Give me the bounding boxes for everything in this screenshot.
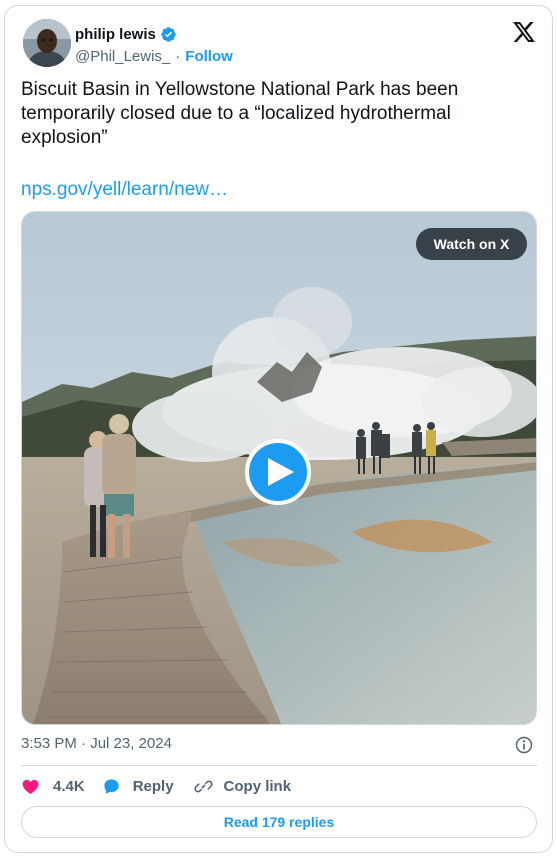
x-logo-icon[interactable] [513,22,535,42]
read-replies-button[interactable]: Read 179 replies [21,806,537,838]
tweet-timestamp[interactable]: 3:53 PM · Jul 23, 2024 [21,735,172,752]
author-name[interactable]: philip lewis [75,26,156,43]
author-name-row: philip lewis [75,24,177,44]
separator-dot: · [175,47,181,65]
reply-icon [104,778,119,794]
tweet-card: philip lewis @Phil_Lewis_ · Follow Biscu… [4,5,553,853]
author-handle-row: @Phil_Lewis_ · Follow [75,46,233,66]
like-count: 4.4K [53,777,85,795]
info-icon[interactable] [514,735,534,755]
author-handle[interactable]: @Phil_Lewis_ [75,48,170,65]
reply-button[interactable]: Reply [102,777,174,796]
heart-icon [22,779,39,794]
tweet-link[interactable]: nps.gov/yell/learn/new… [21,178,228,202]
video-media[interactable]: Watch on X [21,211,537,725]
tweet-text: Biscuit Basin in Yellowstone National Pa… [21,79,459,148]
play-icon [267,458,294,486]
action-bar: 4.4K Reply Copy link [21,776,291,796]
reply-label: Reply [132,777,174,795]
play-button[interactable] [245,439,311,505]
link-icon [193,780,213,792]
divider [21,765,537,766]
verified-badge-icon [161,26,176,42]
follow-button[interactable]: Follow [185,48,233,65]
avatar[interactable] [23,19,71,67]
copy-link-button[interactable]: Copy link [193,777,292,796]
like-button[interactable]: 4.4K [21,777,85,796]
copy-link-label: Copy link [223,777,292,795]
watch-on-x-button[interactable]: Watch on X [416,228,527,260]
